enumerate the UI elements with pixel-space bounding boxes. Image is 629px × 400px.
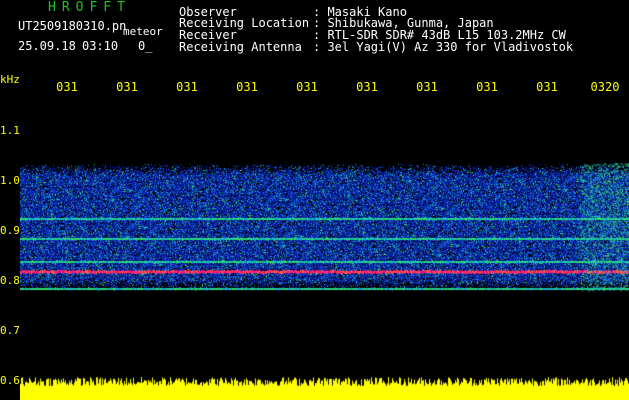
time-tick: 031	[116, 80, 138, 94]
y-tick: 0.9	[0, 224, 20, 237]
time-text: 03:10	[82, 39, 119, 53]
file-name: UT2509180310.pn	[18, 19, 127, 33]
time-tick: 0320	[590, 80, 620, 94]
spectrogram-canvas	[20, 96, 629, 400]
time-tick: 031	[56, 80, 78, 94]
y-tick: 0.8	[0, 274, 20, 287]
y-tick: 1.1	[0, 124, 20, 137]
antenna-value: : 3el Yagi(V) Az 330 for Vladivostok	[313, 40, 574, 54]
time-tick: 031	[296, 80, 318, 94]
y-axis-unit: kHz	[0, 73, 20, 86]
y-tick: 0.6	[0, 374, 20, 387]
time-tick: 031	[536, 80, 558, 94]
y-tick: 0.7	[0, 324, 20, 337]
time-tick: 031	[236, 80, 258, 94]
antenna-label: Receiving Antenna	[179, 40, 302, 54]
time-tick: 031	[416, 80, 438, 94]
y-tick: 1.0	[0, 174, 20, 187]
app-title: HROFFT	[48, 0, 131, 15]
time-tick: 031	[476, 80, 498, 94]
file-suffix: meteor	[123, 25, 163, 38]
counter-text: 0_	[138, 39, 153, 53]
date-text: 25.09.18	[18, 39, 76, 53]
time-tick: 031	[176, 80, 198, 94]
time-tick: 031	[356, 80, 378, 94]
